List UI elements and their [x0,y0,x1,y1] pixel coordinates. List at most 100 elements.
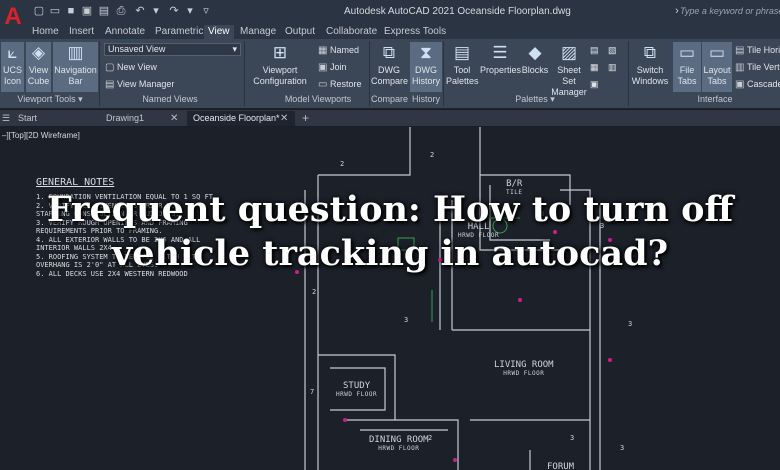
dimension-tag: 2 [430,151,434,159]
palette-extra-icon-4[interactable]: ▧ [608,43,617,57]
doc-tab-oceanside-floorplan[interactable]: Oceanside Floorplan* [187,111,295,126]
ribbon-separator [443,41,444,106]
viewport-layout-icon: ⊞ [272,43,288,62]
tab-annotate[interactable]: Annotate [101,25,149,39]
article-headline: Frequent question: How to turn off vehic… [46,189,734,274]
tile-horizontally-button[interactable]: ▤ Tile Hori [735,43,780,57]
new-view-label: New View [117,62,157,72]
close-tab-oceanside-icon[interactable]: ✕ [280,111,288,126]
panel-label-palettes[interactable]: Palettes ▾ [505,94,565,105]
document-tab-bar: ☰ Start Drawing1 ✕ Oceanside Floorplan* … [0,110,780,126]
chevron-down-icon: ▾ [232,44,237,54]
dimension-tag: 3 [620,444,624,452]
plot-icon[interactable]: ⎙ [115,6,127,17]
tool-palettes-button[interactable]: ▤ Tool Palettes [446,42,479,92]
blocks-button[interactable]: ◆ Blocks [521,42,549,92]
room-label-study: STUDY HRWD FLOOR [336,381,377,398]
join-icon: ▣ [318,62,328,73]
file-tabs-button[interactable]: ▭ File Tabs [673,42,701,92]
undo-icon[interactable]: ↶ [134,6,146,17]
search-input[interactable]: Type a keyword or phrase [680,6,780,20]
sheet-set-icon: ▨ [560,43,578,62]
close-tab-drawing1-icon[interactable]: ✕ [170,111,178,126]
restore-viewports-button[interactable]: ▭ Restore [318,77,362,91]
palette-extra-icon-1[interactable]: ▤ [590,43,599,57]
room-name: STUDY [343,381,371,391]
cube-icon: ◈ [31,43,46,62]
viewport-tools-label: Viewport Tools [17,94,76,104]
sheet-set-manager-button[interactable]: ▨ Sheet Set Manager [550,42,588,97]
tab-insert[interactable]: Insert [65,25,98,39]
tab-view[interactable]: View [204,25,234,39]
floor-plan-walls [304,127,601,470]
tab-menu-icon[interactable]: ☰ [2,111,10,126]
web-mobile-icon[interactable]: ▤ [98,6,110,17]
room-name: LIVING ROOM [494,360,554,370]
named-view-select[interactable]: Unsaved View ▾ [104,43,241,56]
join-viewports-button[interactable]: ▣ Join [318,60,347,74]
blocks-icon: ◆ [528,43,542,62]
dimension-tag: 2 [340,160,344,168]
ribbon-separator [99,41,100,106]
ribbon-separator [628,41,629,106]
compare-label: Compare [371,94,409,104]
cascade-button[interactable]: ▣ Cascade [735,77,780,91]
view-cube-button[interactable]: ◈ View Cube [26,42,51,92]
dimension-tag: 2 [312,288,316,296]
tab-collaborate[interactable]: Collaborate [322,25,381,39]
layout-tabs-icon: ▭ [708,43,726,62]
save-icon[interactable]: ■ [65,6,77,17]
new-tab-plus-icon[interactable]: + [302,111,309,126]
view-cube-label: View Cube [27,65,50,86]
ribbon-separator [244,41,245,106]
doc-tab-start[interactable]: Start [12,111,92,126]
tile-vertically-button[interactable]: ▥ Tile Verti [735,60,780,74]
layout-tabs-label: Layout Tabs [703,65,731,86]
customize-qat-icon[interactable]: ▿ [200,6,212,17]
tab-output[interactable]: Output [281,25,319,39]
restore-icon: ▭ [318,79,328,90]
new-view-button[interactable]: ▢ New View [105,60,157,74]
palette-extra-icon-2[interactable]: ▦ [590,60,599,74]
dwg-compare-button[interactable]: ⧉ DWG Compare [371,42,408,92]
tab-express-tools[interactable]: Express Tools [380,25,450,39]
switch-windows-button[interactable]: ⧉ Switch Windows [630,42,670,92]
viewport-configuration-button[interactable]: ⊞ Viewport Configuration [250,42,310,92]
navigation-bar-icon: ▥ [67,43,84,62]
palette-extra-icon-5[interactable]: ▥ [608,60,617,74]
properties-button[interactable]: ☰ Properties [480,42,521,92]
ribbon-tab-bar: Home Insert Annotate Parametric View Man… [0,24,780,39]
sheet-set-manager-label: Sheet Set Manager [551,65,587,97]
general-notes-title: GENERAL NOTES [36,177,115,188]
properties-icon: ☰ [492,43,508,62]
tab-parametric[interactable]: Parametric [151,25,207,39]
named-viewports-button[interactable]: ▦ Named [318,43,359,57]
room-floor: HRWD FLOOR [336,391,378,398]
ucs-icon-button[interactable]: ⟀ UCS Icon [1,42,24,92]
save-as-icon[interactable]: ▣ [81,6,93,17]
viewport-configuration-label: Viewport Configuration [253,65,307,86]
tab-manage[interactable]: Manage [236,25,280,39]
unsaved-view-value: Unsaved View [108,44,166,54]
dwg-history-label: DWG History [411,65,440,86]
history-label: History [411,94,440,104]
redo-dropdown-icon[interactable]: ▾ [184,6,196,17]
layout-tabs-button[interactable]: ▭ Layout Tabs [702,42,732,92]
dwg-history-button[interactable]: ⧗ DWG History [410,42,442,92]
tool-palettes-icon: ▤ [453,43,471,62]
new-file-icon[interactable]: ▢ [33,6,45,17]
palette-extra-icon-3[interactable]: ▣ [590,77,599,91]
view-manager-label: View Manager [117,79,175,89]
panel-label-viewport-tools[interactable]: Viewport Tools ▾ [4,94,96,105]
file-tabs-label: File Tabs [677,65,697,86]
open-file-icon[interactable]: ▭ [49,6,61,17]
viewport-controls[interactable]: –][Top][2D Wireframe] [2,131,80,140]
tab-home[interactable]: Home [28,25,63,39]
room-name: DINING ROOM [369,435,429,445]
redo-icon[interactable]: ↷ [168,6,180,17]
navigation-bar-button[interactable]: ▥ Navigation Bar [53,42,98,92]
undo-dropdown-icon[interactable]: ▾ [150,6,162,17]
named-viewports-icon: ▦ [318,45,328,56]
view-manager-button[interactable]: ▤ View Manager [105,77,174,91]
dwg-history-icon: ⧗ [420,43,432,62]
